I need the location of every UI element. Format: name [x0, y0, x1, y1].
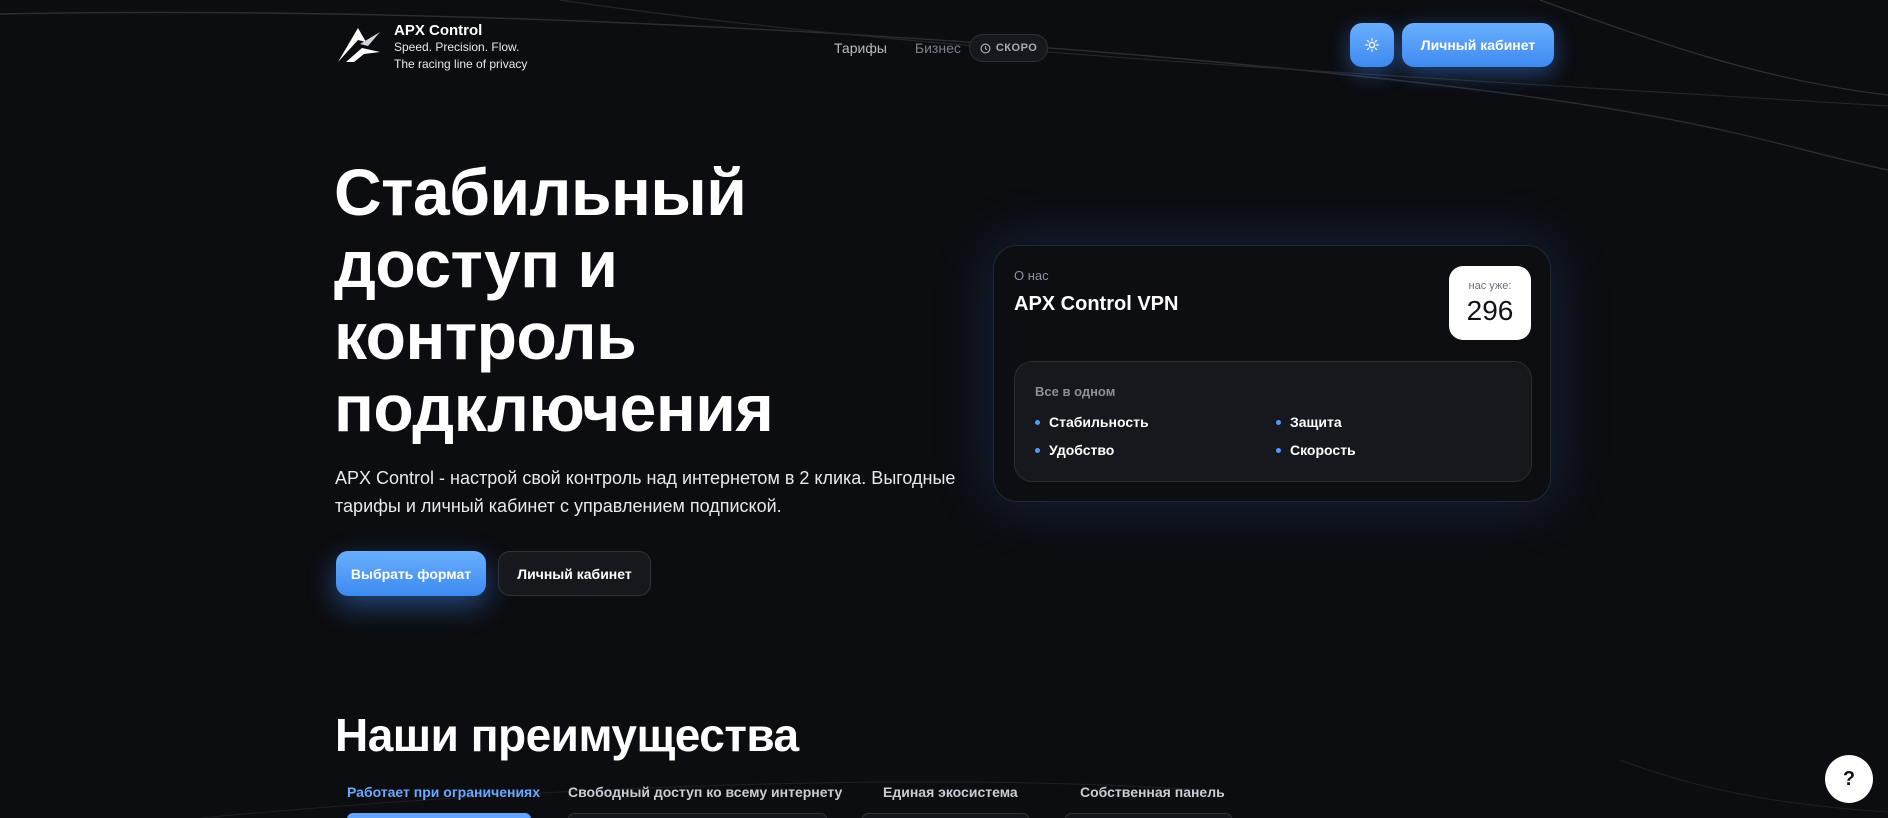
feature-item: Удобство [1035, 442, 1276, 458]
feature-label: Скорость [1290, 442, 1356, 458]
all-in-one-panel: Все в одном Стабильность Защита Удобство… [1014, 361, 1532, 482]
tab-free-access[interactable]: Свободный доступ ко всему интернету [568, 784, 842, 800]
header: APX Control Speed. Precision. Flow. The … [336, 18, 1554, 74]
tab-own-panel-card[interactable] [1065, 813, 1232, 818]
feature-item: Стабильность [1035, 414, 1276, 430]
bullet-dot-icon [1276, 447, 1281, 453]
nav-tariffs[interactable]: Тарифы [834, 40, 887, 56]
about-card: О нас APX Control VPN нас уже: 296 Все в… [993, 245, 1551, 502]
feature-item: Защита [1276, 414, 1517, 430]
tab-ecosystem-card[interactable] [862, 813, 1029, 818]
brand[interactable]: APX Control Speed. Precision. Flow. The … [336, 22, 527, 73]
hero-desc-line-2: тарифы и личный кабинет с управлением по… [335, 496, 782, 516]
page: APX Control Speed. Precision. Flow. The … [0, 0, 1888, 818]
hero-title-line-1: Стабильный [334, 155, 747, 229]
bullet-dot-icon [1035, 447, 1040, 453]
feature-label: Защита [1290, 414, 1342, 430]
bullet-dot-icon [1035, 419, 1040, 425]
tab-own-panel[interactable]: Собственная панель [1080, 784, 1225, 800]
advantages-title: Наши преимущества [335, 709, 799, 761]
header-cabinet-button[interactable]: Личный кабинет [1402, 23, 1554, 67]
feature-label: Стабильность [1049, 414, 1149, 430]
theme-toggle-button[interactable] [1350, 23, 1394, 67]
brand-name: APX Control [394, 22, 483, 39]
hero-title: Стабильный доступ и контроль подключения [334, 156, 894, 444]
main-nav: Тарифы Бизнес СКОРО [834, 34, 1049, 62]
bullet-dot-icon [1276, 419, 1281, 425]
hero-title-line-2: доступ и [334, 227, 618, 301]
feature-item: Скорость [1276, 442, 1517, 458]
hero-description: APX Control - настрой свой контроль над … [335, 464, 975, 520]
nav-business[interactable]: Бизнес [915, 40, 961, 56]
soon-badge: СКОРО [968, 34, 1049, 62]
clock-icon [980, 43, 991, 53]
feature-list: Стабильность Защита Удобство Скорость [1035, 414, 1515, 458]
tab-restrictions-card[interactable] [347, 813, 531, 818]
brand-tagline-2: The racing line of privacy [394, 57, 528, 71]
soon-badge-label: СКОРО [995, 42, 1038, 54]
counter-label: нас уже: [1468, 280, 1512, 292]
hero-cabinet-button[interactable]: Личный кабинет [498, 551, 651, 596]
hero-title-line-4: подключения [334, 371, 774, 445]
about-label: О нас [1014, 268, 1049, 283]
help-button[interactable]: ? [1825, 755, 1873, 803]
tab-free-access-card[interactable] [568, 813, 827, 818]
background-curves [0, 0, 1888, 818]
counter-value: 296 [1466, 295, 1514, 326]
sun-icon [1365, 38, 1379, 52]
hero-desc-line-1: APX Control - настрой свой контроль над … [335, 468, 956, 488]
tab-restrictions[interactable]: Работает при ограничениях [347, 784, 540, 800]
apx-logo-icon [338, 28, 380, 62]
users-counter: нас уже: 296 [1449, 266, 1531, 340]
brand-tagline-1: Speed. Precision. Flow. [394, 40, 520, 54]
choose-format-button[interactable]: Выбрать формат [336, 551, 486, 596]
panel-title: Все в одном [1035, 384, 1116, 399]
feature-label: Удобство [1049, 442, 1115, 458]
hero-title-line-3: контроль [334, 299, 637, 373]
about-title: APX Control VPN [1014, 293, 1179, 315]
tab-ecosystem[interactable]: Единая экосистема [883, 784, 1018, 800]
